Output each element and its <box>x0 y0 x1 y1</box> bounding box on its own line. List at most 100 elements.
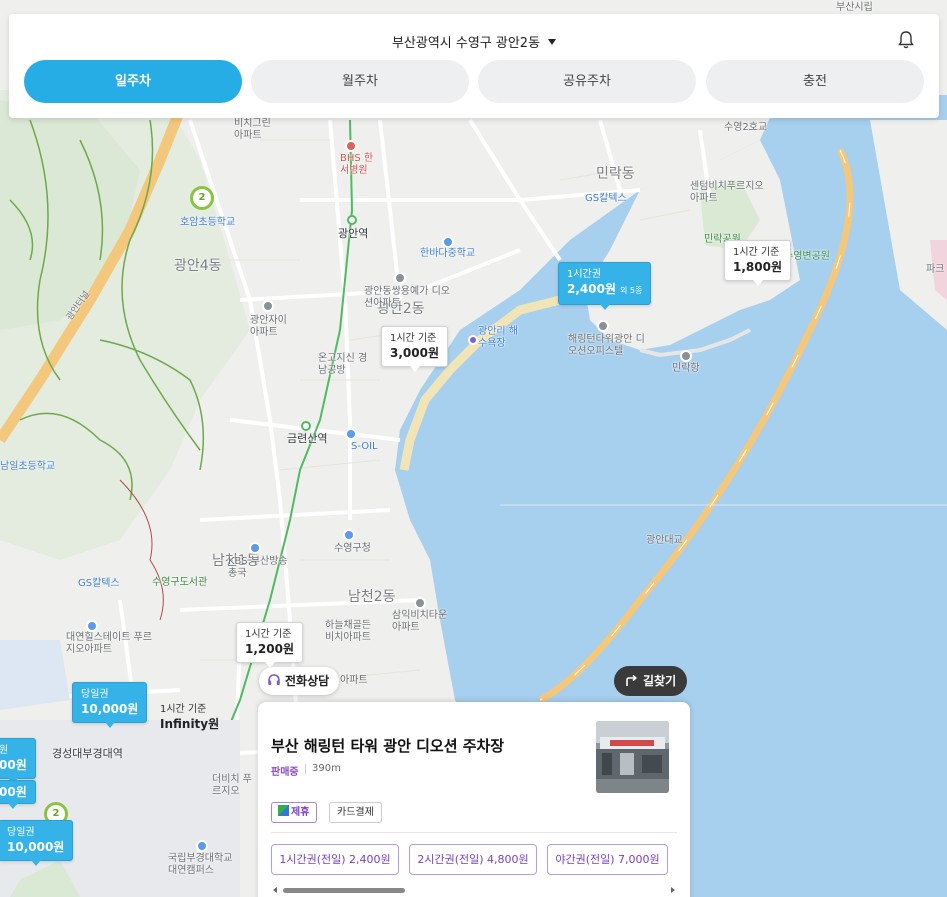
tab-daily[interactable]: 일주차 <box>24 60 242 103</box>
parking-marker-daily[interactable]: 당일권 10,000원 <box>72 682 148 728</box>
map-label-geumnyeonsan: 금련산역 <box>287 432 328 445</box>
map-label-ssangyong: 광안동쌍용예가 디오션아파트 <box>364 286 450 309</box>
ticket-option-2h[interactable]: 2시간권(전일) 4,800원 <box>409 844 537 875</box>
map-label-apt: 아파트 <box>340 675 368 686</box>
marker-sub: 당일권 <box>7 827 35 838</box>
map-label-gwangan-jai: 광안자이 아파트 <box>250 315 287 338</box>
parking-marker-daily[interactable]: 당일권 10,000원 <box>0 820 74 866</box>
marker-price: 1,800원 <box>733 260 782 274</box>
map-label-bridge: 광안대교 <box>646 535 683 546</box>
parking-photo[interactable] <box>596 721 669 793</box>
sale-status: 판매중 <box>271 767 299 778</box>
headset-icon <box>268 674 280 685</box>
marker-sub: 1시간 기준 <box>245 629 292 640</box>
broadcast-poi-icon <box>249 542 261 554</box>
map-label-suyeong-gu: 수영구청 <box>334 543 371 554</box>
map-label-beach: 광안리 해수욕장 <box>478 326 518 349</box>
university-poi-icon <box>196 840 208 852</box>
map-label-gs2: GS칼텍스 <box>78 578 120 589</box>
tab-shared[interactable]: 공유주차 <box>478 60 696 103</box>
directions-button[interactable]: 길찾기 <box>614 666 688 696</box>
marker-price: 3,000원 <box>390 346 439 360</box>
map-label-ongoji: 온고지신 경남공방 <box>318 353 368 376</box>
map-label-centum: 센텀비치푸르지오 아파트 <box>690 181 764 204</box>
parking-marker-daily[interactable]: 00원 <box>0 780 36 809</box>
map-label-soil: S-OIL <box>351 441 378 452</box>
marker-sub: 1시간 기준 <box>160 704 207 715</box>
apartment-poi-icon <box>262 300 274 312</box>
parking-marker[interactable]: 1시간 기준 Infinity원 <box>152 698 227 737</box>
cluster-marker[interactable]: 2 <box>190 186 214 210</box>
map-label-kyungsung: 경성대부경대역 <box>52 747 123 760</box>
marker-price: 1,200원 <box>245 642 294 656</box>
marker-price: 10,000원 <box>7 840 65 854</box>
marker-price: Infinity원 <box>160 717 220 731</box>
ticket-scrollbar[interactable] <box>271 886 677 894</box>
location-selector[interactable]: 부산광역시 수영구 광안2동 <box>9 32 939 51</box>
location-text: 부산광역시 수영구 광안2동 <box>391 36 541 51</box>
ticket-option-1h[interactable]: 1시간권(전일) 2,400원 <box>271 844 399 875</box>
divider <box>305 764 306 774</box>
scroll-left-icon[interactable] <box>273 887 277 893</box>
marker-price: 00원 <box>0 785 27 799</box>
map-label-millak-port: 민락항 <box>672 363 700 374</box>
school-poi-icon <box>442 236 454 248</box>
map-label-gwangan-station: 광안역 <box>338 227 369 240</box>
top-panel: 부산광역시 수영구 광안2동 일주차 월주차 공유주차 충전 <box>9 14 939 118</box>
directions-label: 길찾기 <box>643 674 677 688</box>
scroll-right-icon[interactable] <box>671 887 675 893</box>
map-label-gwangan4: 광안4동 <box>174 258 222 274</box>
map-label-haneul: 하늘채골든 비치아파트 <box>325 620 371 643</box>
partner-badge: 제휴 <box>271 802 318 823</box>
current-location-dot <box>468 335 478 345</box>
map-label-daeyeon: 대연힐스테이트 푸르지오아파트 <box>66 632 152 655</box>
distance-text: 390m <box>312 763 341 774</box>
apartment-poi-icon <box>414 597 426 609</box>
card-payment-badge: 카드결제 <box>329 802 382 823</box>
card-divider <box>271 832 677 833</box>
map-label-busan-city: 부산시립 <box>836 2 873 13</box>
map-label-pknu: 국립부경대학교 대연캠퍼스 <box>168 853 233 876</box>
building-poi-icon <box>597 320 609 332</box>
phone-consult-label: 전화상담 <box>285 674 330 688</box>
map-label-millak: 민락동 <box>596 166 635 182</box>
port-poi-icon <box>680 350 692 362</box>
map-label-deobi: 더비치 푸르지오 <box>212 774 252 797</box>
map-label-bhs: BHS 한서병원 <box>340 153 374 176</box>
parking-info-card[interactable]: 부산 해링턴 타워 광안 디오션 주차장 판매중 390m 제휴 카드결제 1시… <box>258 702 690 897</box>
parking-marker-selected[interactable]: 1시간권 2,400원 외 5종 <box>558 262 652 310</box>
parking-marker-daily[interactable]: 원 00원 <box>0 738 36 784</box>
bell-icon[interactable] <box>897 30 915 50</box>
marker-sub: 1시간 기준 <box>733 247 780 258</box>
map-label-suyeong2: 수영2호교 <box>724 122 768 133</box>
tab-charging[interactable]: 충전 <box>706 60 924 103</box>
government-poi-icon <box>343 529 355 541</box>
map-label-bichi-green: 비치그린 아파트 <box>234 118 271 141</box>
hospital-poi-icon <box>345 140 357 152</box>
apartment-poi-icon <box>86 620 98 632</box>
marker-sub: 1시간권 <box>567 269 601 280</box>
parking-marker[interactable]: 1시간 기준 3,000원 <box>381 326 448 372</box>
tab-monthly[interactable]: 월주차 <box>251 60 469 103</box>
map-label-namcheon2: 남천2동 <box>348 589 396 605</box>
parking-title[interactable]: 부산 해링턴 타워 광안 디오션 주차장 <box>271 735 504 756</box>
marker-price: 2,400원 <box>567 282 616 296</box>
phone-consult-button[interactable]: 전화상담 <box>259 667 340 695</box>
map-label-park-edge: 파크 <box>926 264 945 275</box>
parking-marker[interactable]: 1시간 기준 1,200원 <box>236 622 303 668</box>
turn-right-icon <box>626 674 638 686</box>
parking-marker[interactable]: 1시간 기준 1,800원 <box>724 240 791 286</box>
marker-extra: 외 5종 <box>620 286 643 295</box>
parking-photo-image <box>596 721 669 793</box>
caret-down-icon <box>548 39 557 45</box>
partner-badge-label: 제휴 <box>291 807 310 818</box>
map-label-namil: 남일초등학교 <box>0 461 56 472</box>
ticket-option-night[interactable]: 야간권(전일) 7,000원 <box>547 844 668 875</box>
apartment-poi-icon <box>394 272 406 284</box>
map-label-kbs: KBS 부산방송총국 <box>228 556 288 579</box>
map-label-library: 수영구도서관 <box>152 577 208 588</box>
gas-station-poi-icon <box>345 428 357 440</box>
scrollbar-thumb[interactable] <box>283 888 405 893</box>
marker-sub: 원 <box>0 745 9 756</box>
map-label-hanbada: 한바다중학교 <box>420 248 476 259</box>
